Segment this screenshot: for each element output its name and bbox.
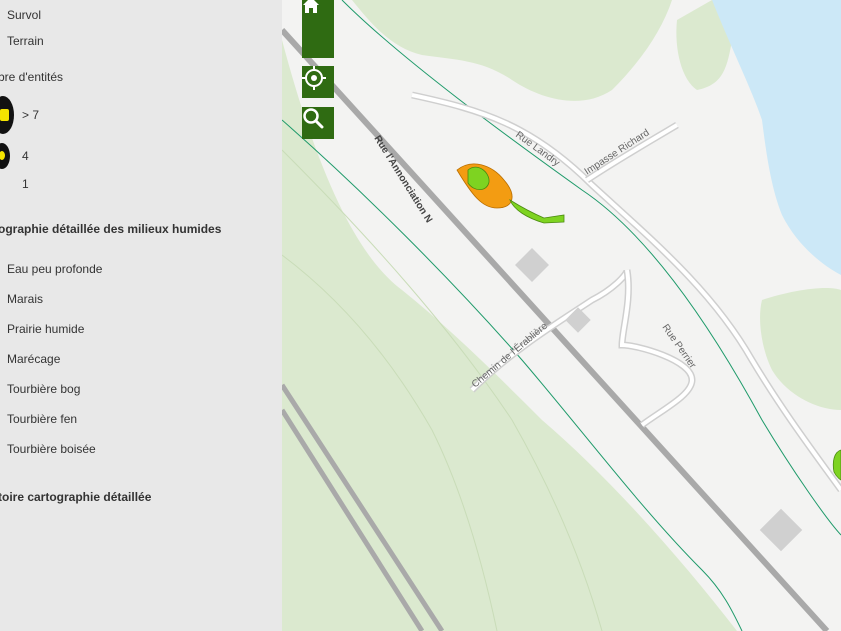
basemap-terrain[interactable]: Terrain <box>7 34 44 48</box>
locate-icon <box>302 66 326 90</box>
legend-marecage: Marécage <box>7 352 61 366</box>
legend-tourbiere-fen: Tourbière fen <box>7 412 78 426</box>
forest-area <box>352 0 672 101</box>
legend-panel: Survol Terrain bre d'entités > 7 4 1 ogr… <box>0 0 282 631</box>
basemap-survol[interactable]: Survol <box>7 8 41 22</box>
cluster-title: bre d'entités <box>0 70 63 84</box>
locate-button[interactable] <box>302 66 334 98</box>
minus-icon <box>302 0 320 2</box>
search-icon <box>303 108 324 129</box>
legend-prairie-humide: Prairie humide <box>7 322 85 336</box>
label-richard: Impasse Richard <box>583 127 652 177</box>
zoom-out-button[interactable] <box>302 30 334 56</box>
cluster-medium-label: 4 <box>22 149 29 163</box>
building <box>515 248 549 282</box>
river <box>712 0 841 275</box>
search-button[interactable] <box>302 107 334 139</box>
home-button[interactable] <box>302 0 334 25</box>
building <box>759 508 803 552</box>
cluster-medium-symbol <box>0 143 10 169</box>
legend-tourbiere-boisee: Tourbière boisée <box>7 442 96 456</box>
legend-marais: Marais <box>7 292 44 306</box>
cluster-large-symbol <box>0 96 14 134</box>
wetland-prairie-humide <box>509 199 565 224</box>
cluster-large-label: > 7 <box>22 108 40 122</box>
cluster-small-label: 1 <box>22 177 29 191</box>
legend-eau-peu-profonde: Eau peu profonde <box>7 262 103 276</box>
zoom-controls <box>302 0 334 58</box>
history-title: toire cartographie détaillée <box>0 490 152 504</box>
home-icon <box>303 0 319 13</box>
legend-tourbiere-bog: Tourbière bog <box>7 382 81 396</box>
map-canvas[interactable]: Rue l'Annonciation N Rue Landry Impasse … <box>282 0 841 631</box>
wetland-title: ographie détaillée des milieux humides <box>0 222 222 236</box>
map-view[interactable]: Rue l'Annonciation N Rue Landry Impasse … <box>282 0 841 631</box>
